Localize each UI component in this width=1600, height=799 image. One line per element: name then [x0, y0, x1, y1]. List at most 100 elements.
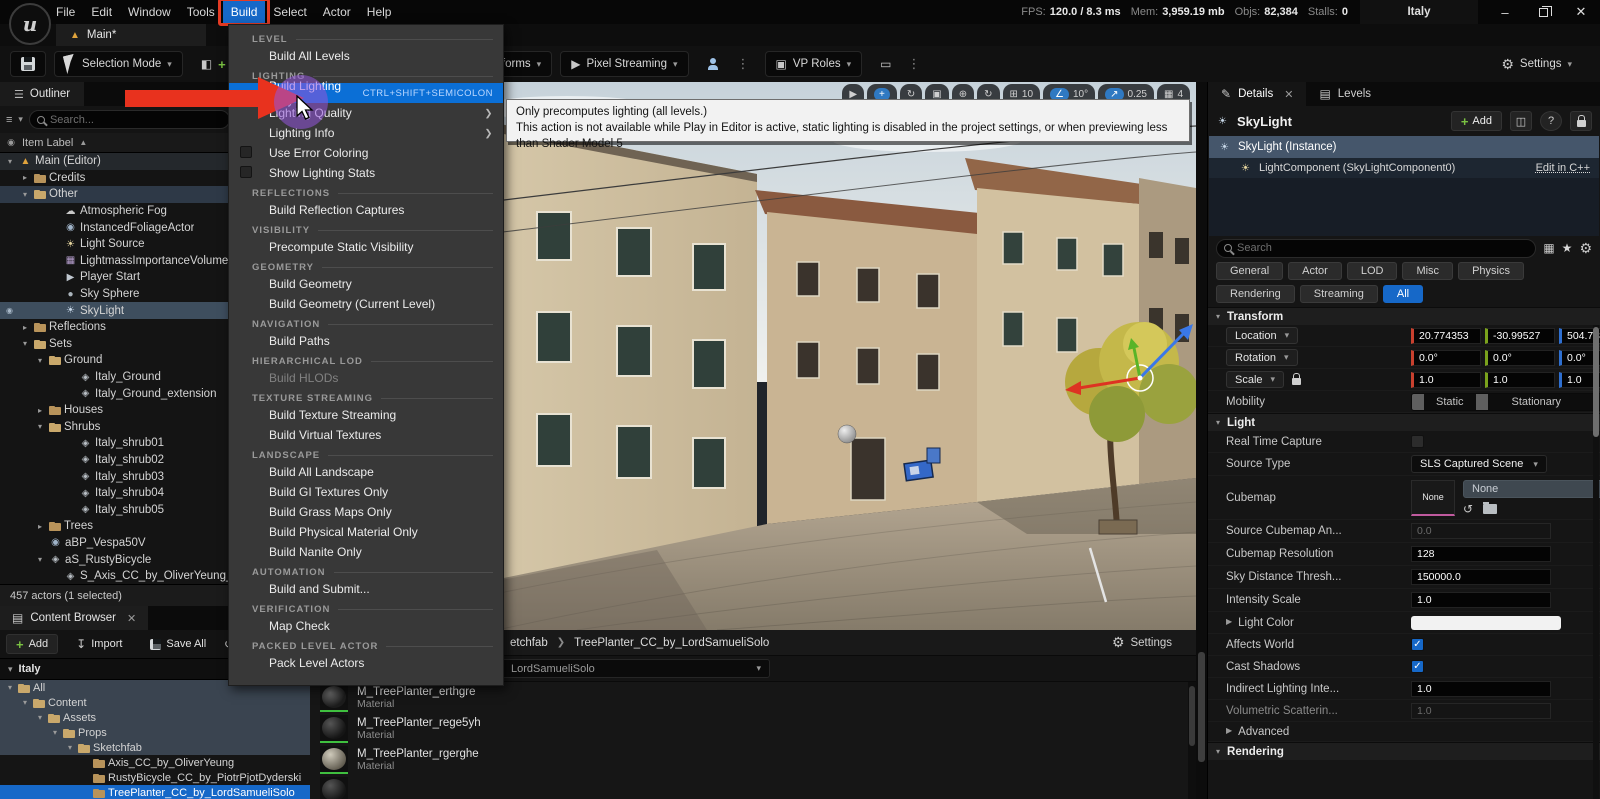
- settings-dropdown[interactable]: ⚙Settings▾: [1491, 51, 1582, 77]
- import-button[interactable]: ↧Import: [66, 634, 132, 654]
- folder-row[interactable]: ▾ Content: [0, 695, 310, 710]
- section-light[interactable]: ▾Light: [1208, 413, 1600, 431]
- filter-icon[interactable]: ≡: [6, 114, 12, 126]
- outliner-row[interactable]: Atmospheric Fog: [0, 203, 236, 220]
- browser-settings-button[interactable]: ⚙Settings: [1112, 634, 1172, 651]
- details-search[interactable]: [1216, 239, 1536, 258]
- folder-row[interactable]: ▾ Props: [0, 725, 310, 740]
- outliner-search[interactable]: [29, 110, 230, 129]
- filter-chip[interactable]: General: [1216, 262, 1283, 280]
- row-advanced[interactable]: ▶Advanced: [1208, 722, 1600, 742]
- outliner-row[interactable]: Sky Sphere: [0, 286, 236, 303]
- save-all-button[interactable]: Save All: [140, 634, 216, 654]
- asset-row[interactable]: M_TreePlanter_rege5yh Material: [320, 713, 1196, 744]
- close-icon[interactable]: ✕: [1284, 88, 1293, 101]
- location-x-input[interactable]: 20.774353: [1411, 328, 1481, 344]
- build-menu-entry[interactable]: Build Geometry: [229, 274, 503, 294]
- outliner-row[interactable]: ▸ Reflections: [0, 319, 236, 336]
- cubemap-thumbnail[interactable]: None: [1411, 480, 1455, 516]
- scale-lock-icon[interactable]: [1292, 378, 1301, 385]
- source-type-dropdown[interactable]: SLS Captured Scene▾: [1411, 455, 1547, 473]
- sort-arrow-icon[interactable]: ▲: [79, 138, 87, 147]
- toolbar-overflow-dots[interactable]: ⋮: [737, 56, 751, 72]
- real-time-capture-checkbox[interactable]: [1411, 435, 1424, 448]
- build-menu-entry[interactable]: GEOMETRY: [229, 257, 503, 274]
- build-menu-entry[interactable]: VERIFICATION: [229, 599, 503, 616]
- indirect-lighting-input[interactable]: 1.0: [1411, 681, 1551, 697]
- outliner-row[interactable]: LightmassImportanceVolume: [0, 253, 236, 270]
- build-menu-entry[interactable]: Build Paths: [229, 331, 503, 351]
- build-menu-entry[interactable]: Build Geometry (Current Level): [229, 294, 503, 314]
- outliner-row[interactable]: aBP_Vespa50V: [0, 535, 236, 552]
- filter-chip[interactable]: Streaming: [1300, 285, 1378, 303]
- outliner-row[interactable]: Player Start: [0, 269, 236, 286]
- save-button[interactable]: [10, 51, 46, 77]
- tab-main-level[interactable]: ▲ Main*: [56, 24, 206, 46]
- tab-levels[interactable]: ▤ Levels: [1306, 82, 1384, 106]
- mobility-option[interactable]: Stationary: [1488, 394, 1586, 410]
- component-row-lightcomponent[interactable]: LightComponent (SkyLightComponent0) Edit…: [1209, 158, 1599, 178]
- virtual-camera-button[interactable]: ▭: [870, 51, 901, 77]
- build-menu-entry[interactable]: Precompute Static Visibility: [229, 237, 503, 257]
- outliner-row[interactable]: Italy_shrub05: [0, 501, 236, 518]
- outliner-row[interactable]: SkyLight: [0, 302, 236, 319]
- blueprint-icon-button[interactable]: ◫: [1510, 111, 1532, 131]
- lock-button[interactable]: [1570, 111, 1592, 131]
- menubar-item[interactable]: Tools: [179, 0, 223, 24]
- unreal-logo[interactable]: u: [9, 3, 51, 45]
- build-menu-entry[interactable]: Build GI Textures Only: [229, 482, 503, 502]
- menubar-item[interactable]: Help: [359, 0, 400, 24]
- folder-row[interactable]: ▾ Sketchfab: [0, 740, 310, 755]
- browse-icon[interactable]: [1483, 504, 1497, 514]
- outliner-column-header[interactable]: ◉ Item Label ▲: [0, 133, 236, 153]
- build-menu-entry[interactable]: Lighting Info ❯: [229, 123, 503, 143]
- outliner-row[interactable]: ▾ Main (Editor): [0, 153, 236, 170]
- multi-user-button[interactable]: [697, 51, 731, 77]
- tab-outliner[interactable]: ☰Outliner: [0, 82, 84, 106]
- details-search-input[interactable]: [1237, 242, 1528, 254]
- outliner-row[interactable]: Italy_Ground: [0, 369, 236, 386]
- menubar-item[interactable]: Window: [120, 0, 179, 24]
- outliner-row[interactable]: Italy_shrub01: [0, 435, 236, 452]
- vp-roles-dropdown[interactable]: ▣VP Roles▾: [765, 51, 863, 77]
- section-rendering[interactable]: ▾Rendering: [1208, 742, 1600, 760]
- filter-chip[interactable]: Rendering: [1216, 285, 1295, 303]
- menubar-item[interactable]: Edit: [83, 0, 120, 24]
- favorites-icon[interactable]: ★: [1562, 241, 1573, 255]
- asset-row[interactable]: M_TreePlanter_rgerghe Material: [320, 744, 1196, 775]
- breadcrumb-item[interactable]: TreePlanter_CC_by_LordSamueliSolo❯: [574, 637, 787, 649]
- tab-details[interactable]: ✎ Details ✕: [1208, 82, 1306, 106]
- outliner-row[interactable]: ▾ Other: [0, 186, 236, 203]
- mobility-option[interactable]: Static: [1412, 394, 1488, 410]
- selection-mode-dropdown[interactable]: Selection Mode ▾: [54, 51, 183, 77]
- folder-row[interactable]: RustyBicycle_CC_by_PiotrPjotDyderski: [0, 770, 310, 785]
- build-menu-entry[interactable]: TEXTURE STREAMING: [229, 388, 503, 405]
- outliner-search-input[interactable]: [50, 114, 222, 126]
- location-y-input[interactable]: -30.99527: [1485, 328, 1555, 344]
- details-scrollbar[interactable]: [1593, 325, 1599, 799]
- build-menu-entry[interactable]: Build and Submit...: [229, 579, 503, 599]
- folder-row[interactable]: ▾ Assets: [0, 710, 310, 725]
- build-menu-entry[interactable]: Map Check: [229, 616, 503, 636]
- build-menu-entry[interactable]: Use Error Coloring: [229, 143, 503, 163]
- build-menu-entry[interactable]: LANDSCAPE: [229, 445, 503, 462]
- rotation-y-input[interactable]: 0.0°: [1485, 350, 1555, 366]
- restore-button[interactable]: [1524, 0, 1562, 24]
- tab-content-browser[interactable]: ▤ Content Browser ✕: [0, 606, 148, 630]
- add-component-button[interactable]: +Add: [1451, 111, 1502, 131]
- scale-y-input[interactable]: 1.0: [1485, 372, 1555, 388]
- outliner-row[interactable]: ▾ Sets: [0, 336, 236, 353]
- filter-chip[interactable]: Misc: [1402, 262, 1453, 280]
- outliner-row[interactable]: Italy_shrub04: [0, 485, 236, 502]
- gear-icon[interactable]: ⚙: [1579, 240, 1592, 257]
- build-menu-entry[interactable]: REFLECTIONS: [229, 183, 503, 200]
- intensity-scale-input[interactable]: 1.0: [1411, 592, 1551, 608]
- build-menu-entry[interactable]: Build Physical Material Only: [229, 522, 503, 542]
- minimize-button[interactable]: –: [1486, 0, 1524, 24]
- cast-shadows-checkbox[interactable]: ✓: [1411, 660, 1424, 673]
- build-menu-entry[interactable]: Build Grass Maps Only: [229, 502, 503, 522]
- build-menu-entry[interactable]: HIERARCHICAL LOD: [229, 351, 503, 368]
- folder-row[interactable]: TreePlanter_CC_by_LordSamueliSolo: [0, 785, 310, 799]
- outliner-row[interactable]: ▸ Credits: [0, 170, 236, 187]
- build-menu-entry[interactable]: Show Lighting Stats: [229, 163, 503, 183]
